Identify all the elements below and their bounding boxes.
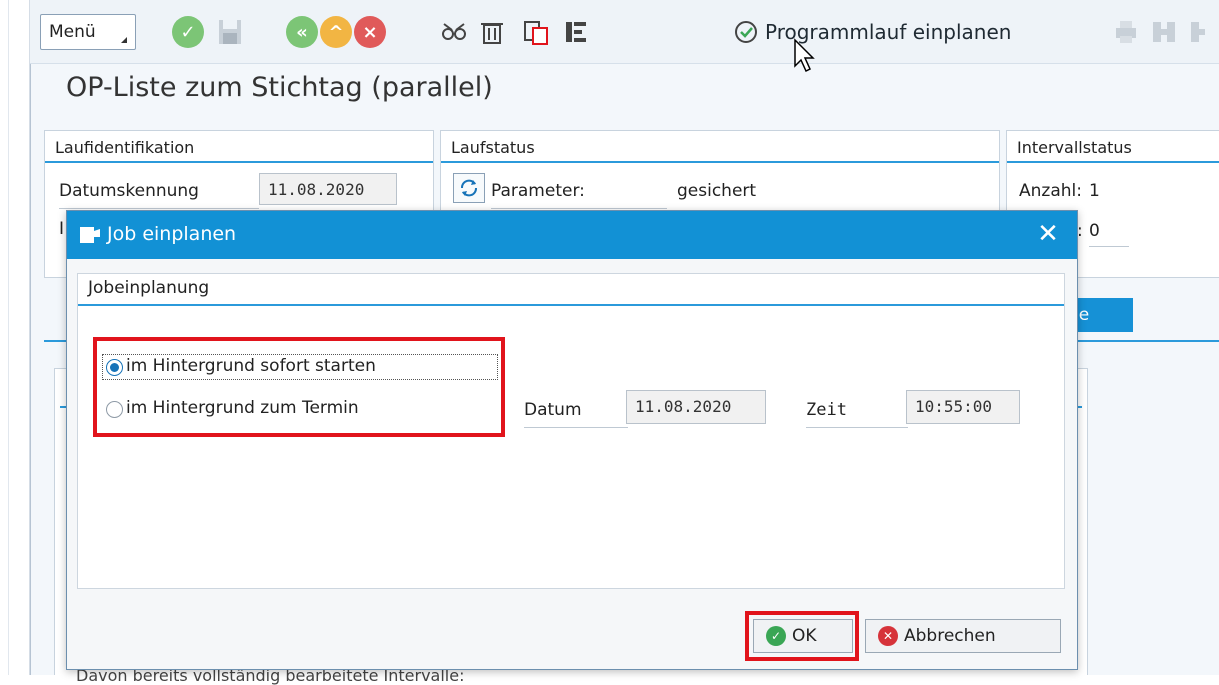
date-id-field[interactable]: 11.08.2020	[259, 173, 397, 205]
count-value: 1	[1089, 181, 1100, 201]
time-label: Zeit	[806, 400, 908, 428]
glasses-icon[interactable]	[438, 16, 470, 48]
date-label: Datum	[524, 400, 628, 428]
back-icon[interactable]: «	[286, 16, 318, 48]
count-label: Anzahl:	[1019, 181, 1082, 201]
run-identification-header: Laufidentifikation	[45, 131, 433, 163]
job-icon	[80, 227, 100, 243]
highlight-ok	[745, 611, 859, 661]
copy-icon[interactable]	[520, 16, 552, 48]
interval-status-header: Intervallstatus	[1007, 131, 1219, 163]
menu-button[interactable]: Menü	[40, 14, 136, 50]
cancel-icon: ✕	[878, 626, 898, 646]
cancel-icon[interactable]: ×	[354, 16, 386, 48]
highlight-options	[93, 337, 505, 437]
cancel-button[interactable]: ✕ Abbrechen	[865, 619, 1061, 653]
date-id-label: Datumskennung	[59, 179, 259, 209]
second-value: 0	[1089, 221, 1129, 247]
delete-icon[interactable]	[476, 16, 508, 48]
save-icon[interactable]	[214, 16, 246, 48]
mouse-cursor-icon	[794, 38, 815, 73]
dialog-title: Job einplanen	[107, 223, 237, 245]
layout-icon[interactable]	[560, 16, 592, 48]
exit-icon[interactable]: ^	[320, 16, 352, 48]
close-icon[interactable]: ✕	[1033, 219, 1063, 249]
find-icon[interactable]	[1148, 16, 1180, 48]
parameter-label: Parameter:	[491, 179, 667, 209]
toolbar: Menü ✓ « ^ × Programmlauf einplanen	[30, 0, 1219, 73]
dialog-title-bar: Job einplanen ✕	[67, 211, 1077, 259]
menu-caret-icon	[121, 37, 127, 43]
date-field[interactable]: 11.08.2020	[626, 390, 766, 424]
refresh-icon[interactable]	[453, 173, 485, 203]
left-strip	[0, 0, 30, 675]
menu-button-label: Menü	[49, 22, 96, 42]
identification-label-partial: I	[59, 219, 65, 239]
page-title: OP-Liste zum Stichtag (parallel)	[66, 72, 493, 103]
time-field[interactable]: 10:55:00	[906, 390, 1020, 424]
check-icon[interactable]: ✓	[172, 16, 204, 48]
parameter-value: gesichert	[677, 181, 757, 201]
print-icon[interactable]	[1110, 16, 1142, 48]
schedule-icon[interactable]	[730, 16, 762, 48]
cancel-button-label: Abbrechen	[904, 626, 996, 646]
job-schedule-dialog: Job einplanen ✕ Jobeinplanung im Hinterg…	[66, 210, 1078, 670]
run-status-header: Laufstatus	[441, 131, 999, 163]
job-scheduling-header: Jobeinplanung	[78, 274, 1064, 306]
find-next-icon[interactable]	[1186, 16, 1206, 48]
